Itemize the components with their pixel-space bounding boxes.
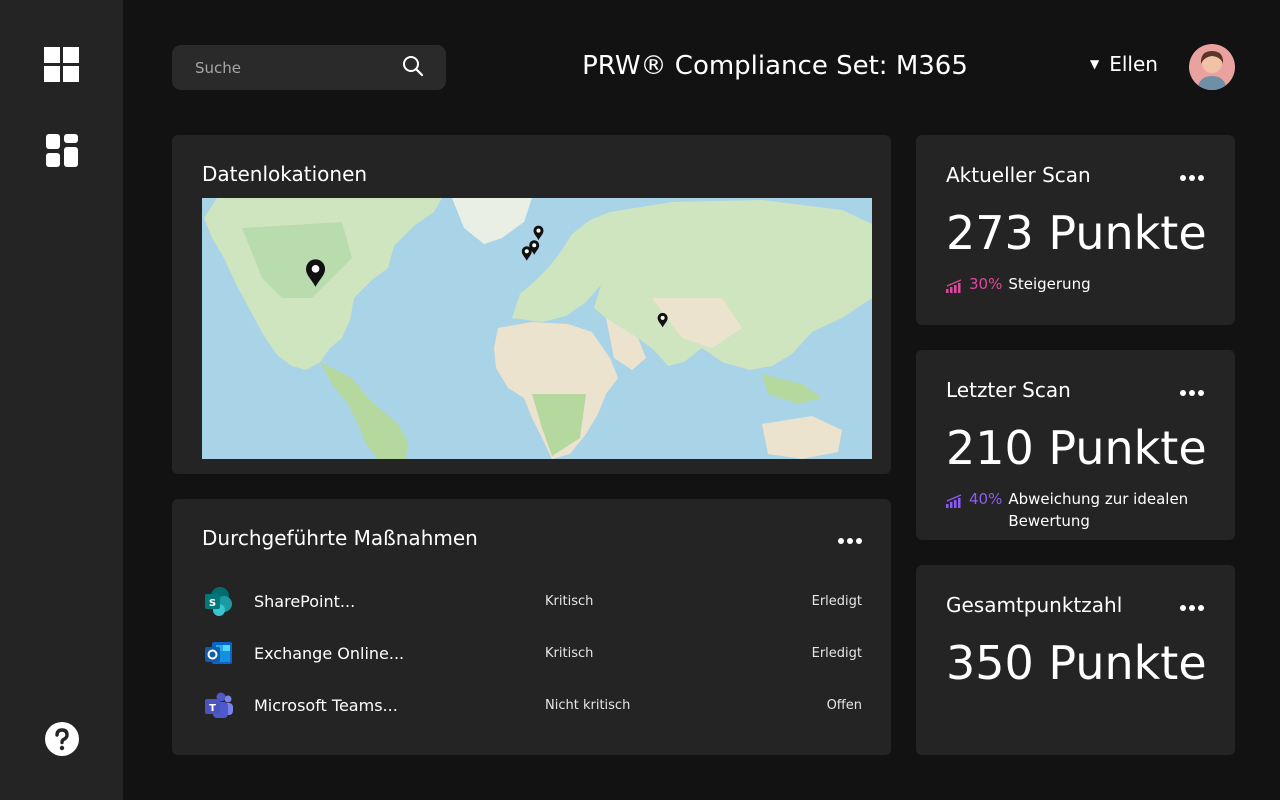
last-scan-title: Letzter Scan [946, 378, 1071, 402]
status-label: Offen [826, 697, 862, 713]
trend-percent: 30% [969, 275, 1003, 293]
table-row[interactable]: Exchange Online... Kritisch Erledigt [202, 633, 862, 673]
trend-text: Steigerung [1008, 275, 1091, 293]
more-options-icon[interactable] [1176, 171, 1208, 185]
search-icon[interactable] [402, 55, 424, 81]
priority-label: Kritisch [545, 645, 594, 661]
help-icon[interactable] [45, 722, 79, 760]
app-name: Microsoft Teams... [254, 695, 398, 715]
total-score-value: 350 Punkte [946, 636, 1207, 690]
more-options-icon[interactable] [834, 534, 866, 548]
search-box [172, 45, 446, 90]
more-options-icon[interactable] [1176, 386, 1208, 400]
table-row[interactable]: S SharePoint... Kritisch Erledigt [202, 581, 862, 621]
world-map[interactable] [202, 198, 872, 459]
current-scan-title: Aktueller Scan [946, 163, 1091, 187]
more-options-icon[interactable] [1176, 601, 1208, 615]
svg-text:T: T [209, 703, 216, 714]
priority-label: Nicht kritisch [545, 697, 631, 713]
priority-label: Kritisch [545, 593, 594, 609]
windows-logo-icon[interactable] [44, 47, 79, 86]
total-score-card: Gesamtpunktzahl 350 Punkte [916, 565, 1235, 755]
last-scan-trend: 40% Abweichung zur idealen Bewertung [946, 488, 1218, 532]
trend-up-icon [946, 277, 963, 299]
trend-text: Abweichung zur idealen Bewertung [1008, 490, 1189, 530]
user-menu[interactable]: ▼ Ellen [1090, 52, 1158, 76]
sidebar [0, 0, 123, 800]
current-scan-card: Aktueller Scan 273 Punkte 30% Steigerung [916, 135, 1235, 325]
data-locations-title: Datenlokationen [202, 162, 368, 186]
avatar[interactable] [1189, 44, 1235, 90]
app-name: Exchange Online... [254, 643, 405, 663]
table-row[interactable]: T Microsoft Teams... Nicht kritisch Offe… [202, 685, 862, 725]
caret-down-icon: ▼ [1090, 57, 1100, 71]
last-scan-card: Letzter Scan 210 Punkte 40% Abweichung z… [916, 350, 1235, 540]
app-name: SharePoint... [254, 591, 356, 611]
page-title: PRW® Compliance Set: M365 [582, 51, 968, 81]
sharepoint-icon: S [202, 585, 234, 617]
dashboard-icon[interactable] [46, 134, 78, 171]
status-label: Erledigt [811, 593, 862, 609]
actions-card: Durchgeführte Maßnahmen S SharePoint... … [172, 499, 891, 755]
outlook-icon [202, 637, 234, 669]
trend-percent: 40% [969, 490, 1003, 508]
actions-title: Durchgeführte Maßnahmen [202, 526, 478, 550]
trend-up-icon [946, 492, 963, 532]
user-name: Ellen [1109, 52, 1158, 76]
status-label: Erledigt [811, 645, 862, 661]
svg-text:S: S [209, 598, 216, 609]
total-score-title: Gesamtpunktzahl [946, 593, 1123, 617]
current-scan-value: 273 Punkte [946, 206, 1207, 260]
search-input[interactable] [195, 58, 402, 77]
data-locations-card: Datenlokationen [172, 135, 891, 474]
last-scan-value: 210 Punkte [946, 421, 1207, 475]
teams-icon: T [202, 689, 234, 721]
current-scan-trend: 30% Steigerung [946, 273, 1218, 299]
